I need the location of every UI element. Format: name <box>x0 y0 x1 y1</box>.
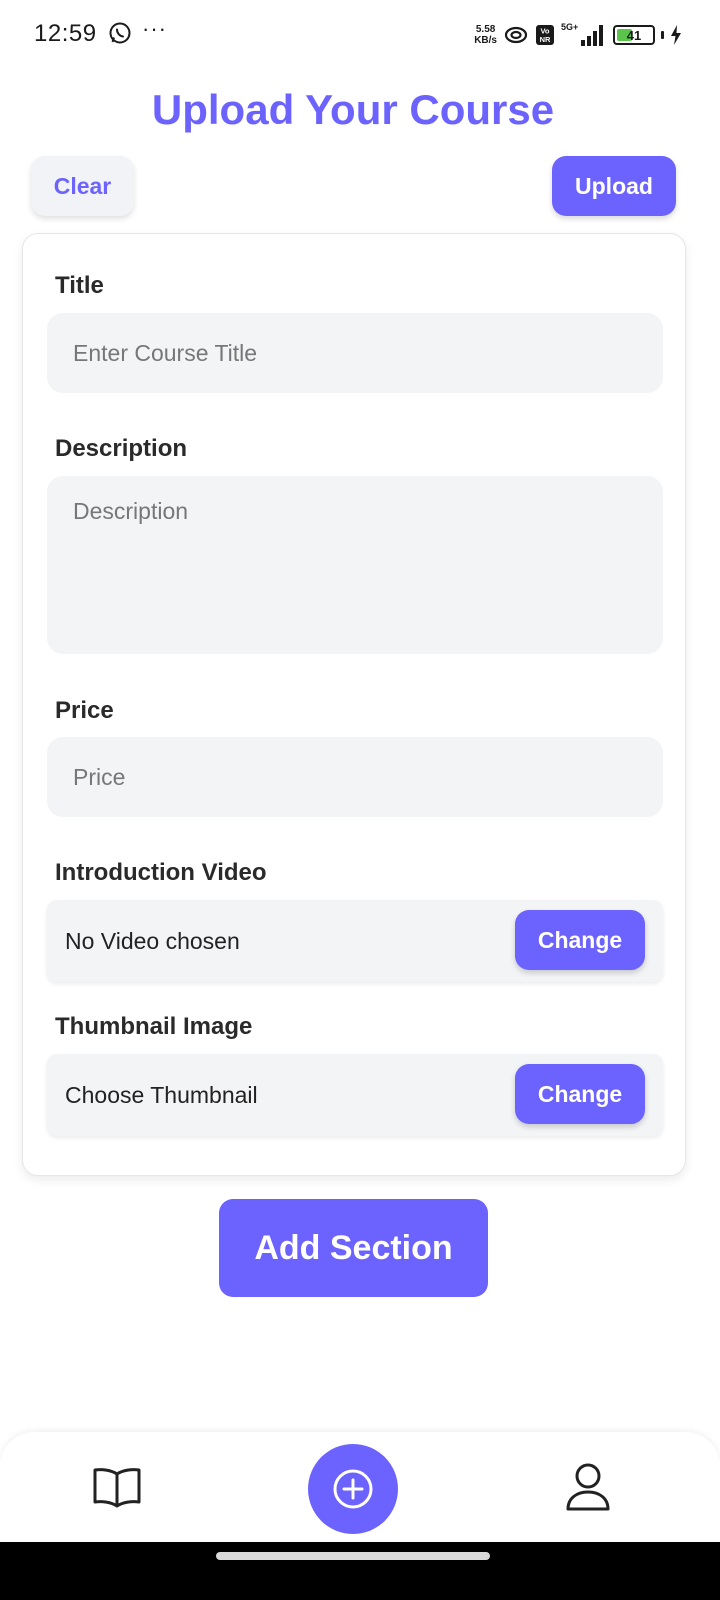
network-type: 5G+ <box>561 22 578 32</box>
course-title-input[interactable] <box>47 313 663 393</box>
thumbnail-picker: Choose Thumbnail Change <box>47 1054 663 1136</box>
bottom-nav <box>0 1432 720 1542</box>
hotspot-link-icon <box>504 26 528 44</box>
more-notifications-icon: ··· <box>142 16 167 41</box>
charging-icon <box>671 25 681 45</box>
title-label: Title <box>55 272 104 299</box>
add-section-button[interactable]: Add Section <box>219 1199 488 1297</box>
add-course-nav-button[interactable] <box>308 1444 398 1534</box>
network-speed-value: 5.58 <box>475 24 496 35</box>
price-input[interactable] <box>47 737 663 817</box>
plus-circle-icon <box>333 1469 373 1509</box>
intro-video-label: Introduction Video <box>55 859 267 886</box>
system-gesture-bar <box>0 1542 720 1600</box>
price-label: Price <box>55 697 114 724</box>
thumbnail-label: Thumbnail Image <box>55 1013 253 1040</box>
course-form-card: Title Description Price Introduction Vid… <box>22 233 686 1176</box>
status-bar: 12:59 ··· 5.58 KB/s Vo NR 5G+ 41 <box>0 0 720 70</box>
thumbnail-status: Choose Thumbnail <box>65 1082 258 1108</box>
book-icon[interactable] <box>92 1466 142 1508</box>
whatsapp-icon <box>109 22 131 44</box>
volte-icon-bottom: NR <box>540 35 551 44</box>
signal-icon: 5G+ <box>561 22 603 46</box>
status-indicators: 5.58 KB/s Vo NR 5G+ 41 <box>474 20 682 50</box>
user-icon[interactable] <box>564 1462 612 1512</box>
network-speed-unit: KB/s <box>474 35 497 46</box>
change-thumbnail-button[interactable]: Change <box>515 1064 645 1124</box>
intro-video-picker: No Video chosen Change <box>47 900 663 982</box>
battery-level: 41 <box>626 27 642 43</box>
intro-video-status: No Video chosen <box>65 928 240 954</box>
upload-button[interactable]: Upload <box>552 156 676 216</box>
battery-tip <box>661 31 664 39</box>
battery-icon: 41 <box>613 25 655 45</box>
network-speed: 5.58 KB/s <box>474 24 497 46</box>
upload-course-screen: 12:59 ··· 5.58 KB/s Vo NR 5G+ 41 Upload … <box>0 0 720 1600</box>
status-time: 12:59 <box>34 20 97 47</box>
volte-icon: Vo NR <box>536 25 554 45</box>
description-input[interactable] <box>47 476 663 654</box>
gesture-handle[interactable] <box>216 1552 490 1560</box>
description-label: Description <box>55 435 188 462</box>
clear-button[interactable]: Clear <box>31 156 134 216</box>
page-title: Upload Your Course <box>151 86 555 133</box>
change-video-button[interactable]: Change <box>515 910 645 970</box>
